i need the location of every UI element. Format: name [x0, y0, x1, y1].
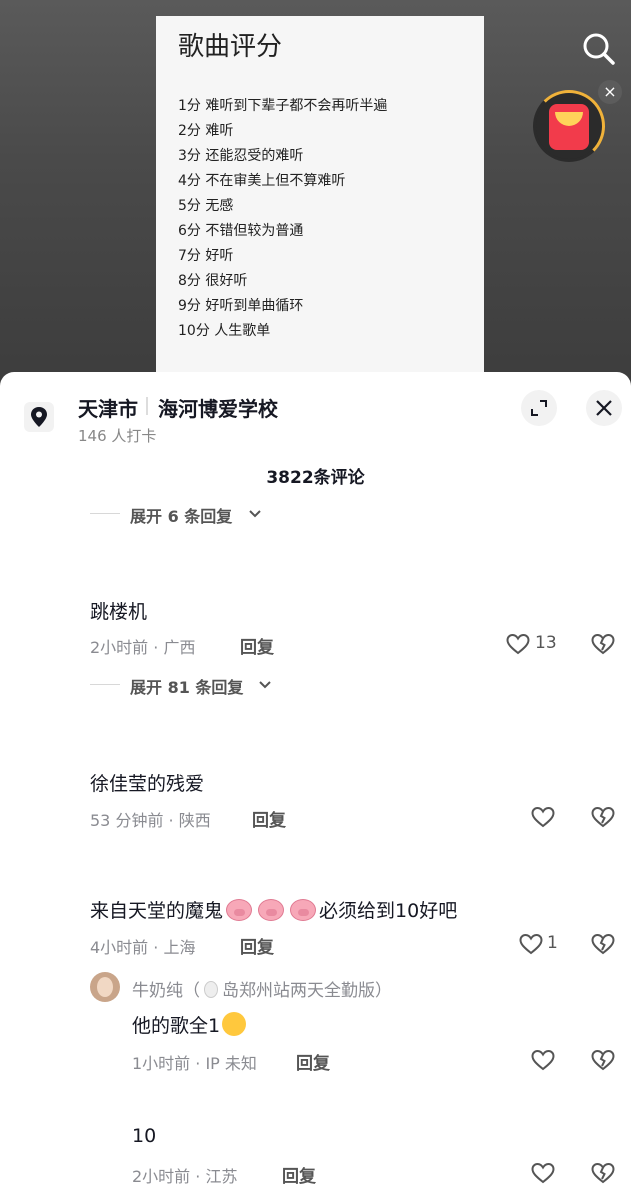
location-school[interactable]: 海河博爱学校 — [158, 393, 278, 422]
pig-emoji-icon — [258, 899, 285, 921]
reply-text: 他的歌全1 — [132, 1011, 247, 1038]
dislike-icon[interactable] — [590, 1161, 616, 1185]
video-text-card: 歌曲评分 1分 难听到下辈子都不会再听半遍 2分 难听 3分 还能忍受的难听 4… — [156, 16, 484, 388]
rating-item: 10分 人生歌单 — [178, 323, 271, 339]
rating-list: 1分 难听到下辈子都不会再听半遍 2分 难听 3分 还能忍受的难听 4分 不在审… — [178, 96, 387, 346]
pig-emoji-icon — [290, 899, 317, 921]
heart-icon[interactable] — [505, 632, 531, 656]
comment-text: 徐佳莹的残爱 — [90, 773, 205, 795]
chevron-down-icon — [249, 510, 261, 518]
dislike-icon[interactable] — [590, 932, 616, 956]
comment-count: 3822条评论 — [266, 468, 365, 488]
pig-emoji-icon — [226, 899, 253, 921]
laugh-cry-emoji-icon — [222, 1012, 247, 1036]
dislike-icon[interactable] — [590, 632, 616, 656]
rating-item: 7分 好听 — [178, 248, 234, 264]
reply-username[interactable]: 牛奶纯（ 岛郑州站两天全勤版） — [132, 976, 392, 1001]
expand-sheet-button[interactable] — [521, 390, 557, 426]
divider-line — [90, 513, 120, 514]
search-button[interactable] — [578, 28, 620, 70]
close-sheet-button[interactable] — [586, 390, 622, 426]
rating-item: 8分 很好听 — [178, 273, 248, 289]
comment-text-part: 来自天堂的魔鬼 — [90, 900, 224, 922]
reply-button[interactable]: 回复 — [296, 1049, 330, 1074]
avatar[interactable] — [90, 972, 120, 1002]
red-packet-icon — [549, 104, 589, 150]
heart-icon[interactable] — [530, 1048, 556, 1072]
reply-button[interactable]: 回复 — [252, 806, 286, 831]
heart-icon[interactable] — [530, 1161, 556, 1185]
heart-icon[interactable] — [530, 805, 556, 829]
rating-item: 6分 不错但较为普通 — [178, 223, 304, 239]
comment-text: 跳楼机 — [90, 601, 148, 623]
reply-button[interactable]: 回复 — [240, 933, 274, 958]
card-title: 歌曲评分 — [178, 32, 283, 62]
red-packet-button[interactable] — [533, 90, 605, 162]
comment-sheet: 天津市 海河博爱学校 146 人打卡 3822条评论 展开 6 条回复 跳楼机 … — [0, 372, 631, 1197]
video-player[interactable]: 歌曲评分 1分 难听到下辈子都不会再听半遍 2分 难听 3分 还能忍受的难听 4… — [0, 0, 631, 400]
location-divider — [146, 397, 148, 415]
rating-item: 2分 难听 — [178, 123, 234, 139]
egg-emoji-icon — [204, 981, 218, 998]
expand-replies-button[interactable]: 展开 6 条回复 — [90, 503, 290, 526]
comment-meta: 53 分钟前 · 陕西 — [90, 811, 211, 830]
comment-text: 来自天堂的魔鬼 必须给到10好吧 — [90, 896, 457, 923]
rating-item: 9分 好听到单曲循环 — [178, 298, 304, 314]
search-icon — [583, 33, 615, 65]
comment-meta: 2小时前 · 广西 — [90, 638, 196, 657]
red-packet-close-button[interactable]: × — [598, 80, 622, 104]
chevron-down-icon — [259, 681, 271, 689]
expand-replies-label: 展开 81 条回复 — [130, 678, 244, 697]
like-count: 1 — [547, 933, 558, 953]
dislike-icon[interactable] — [590, 1048, 616, 1072]
like-count: 13 — [535, 633, 557, 653]
expand-replies-label: 展开 6 条回复 — [130, 507, 233, 526]
reply-button[interactable]: 回复 — [282, 1162, 316, 1187]
reply-meta: 1小时前 · IP 未知 — [132, 1054, 257, 1073]
heart-icon[interactable] — [518, 932, 544, 956]
comment-text-part: 必须给到10好吧 — [319, 900, 458, 922]
dislike-icon[interactable] — [590, 805, 616, 829]
close-icon — [596, 400, 612, 416]
rating-item: 3分 还能忍受的难听 — [178, 148, 304, 164]
rating-item: 4分 不在审美上但不算难听 — [178, 173, 346, 189]
expand-replies-button[interactable]: 展开 81 条回复 — [90, 674, 310, 697]
rating-item: 5分 无感 — [178, 198, 234, 214]
comment-text: 10 — [132, 1125, 157, 1147]
divider-line — [90, 684, 120, 685]
location-city[interactable]: 天津市 — [78, 393, 138, 422]
location-pin-icon — [24, 402, 54, 432]
expand-icon — [531, 400, 547, 416]
reply-button[interactable]: 回复 — [240, 633, 274, 658]
comment-meta: 4小时前 · 上海 — [90, 938, 196, 957]
rating-item: 1分 难听到下辈子都不会再听半遍 — [178, 98, 388, 114]
location-checkins: 146 人打卡 — [78, 427, 157, 445]
comment-meta: 2小时前 · 江苏 — [132, 1167, 238, 1186]
